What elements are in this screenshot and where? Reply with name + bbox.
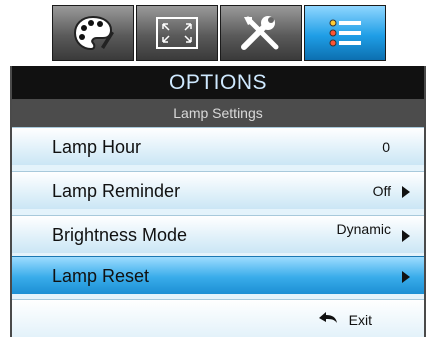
menu-item-value: Dynamic [336,221,391,237]
tab-display[interactable] [136,5,218,61]
tools-icon [241,16,279,50]
return-arrow-icon [319,312,337,323]
menu-item-label: Lamp Reminder [52,181,181,201]
menu-item-label: Lamp Hour [52,137,142,157]
menu-item-lamp-hour[interactable]: Lamp Hour 0 [12,127,424,165]
tab-image[interactable] [52,5,134,61]
menu-item-label: Brightness Mode [52,225,188,245]
menu-item-lamp-reminder[interactable]: Lamp Reminder Off [12,171,424,209]
section-title: Lamp Settings [12,99,424,127]
list-icon [329,19,361,47]
tab-options[interactable] [304,5,386,61]
footer-bar: Exit [12,299,424,337]
menu-item-value: Off [372,183,391,199]
exit-button[interactable]: Exit [349,312,372,328]
palette-icon [73,15,114,51]
fullscreen-icon [156,17,198,49]
tab-bar [0,0,436,66]
options-panel: OPTIONS Lamp Settings Lamp Hour 0 Lamp R… [10,66,426,337]
tab-setup[interactable] [220,5,302,61]
menu-item-label: Lamp Reset [52,266,150,286]
chevron-right-icon [402,186,410,198]
chevron-right-icon [402,271,410,283]
menu-item-lamp-reset[interactable]: Lamp Reset [12,256,424,294]
menu-item-brightness-mode[interactable]: Brightness Mode Dynamic [12,215,424,253]
chevron-right-icon [402,230,410,242]
menu-item-value: 0 [382,139,390,155]
page-title: OPTIONS [12,66,424,99]
